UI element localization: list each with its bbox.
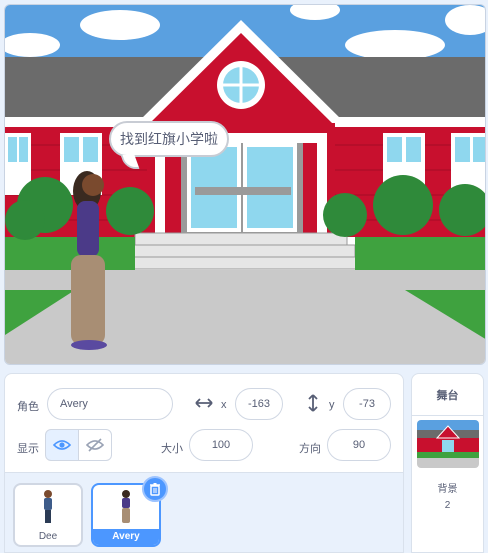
sprite-tile-dee[interactable]: Dee <box>13 483 83 547</box>
size-label: 大小 <box>161 443 183 455</box>
eye-icon <box>53 440 71 450</box>
hide-sprite-button[interactable] <box>78 429 112 461</box>
direction-value: 90 <box>352 439 366 451</box>
sprite-info-panel: 角色 Avery x -163 y -73 显示 大小 100 方向 90 <box>4 373 404 473</box>
horizontal-arrows-icon <box>195 396 213 415</box>
sprite-list: Dee Avery <box>4 473 404 553</box>
x-label: x <box>221 399 227 411</box>
sprite-name-value: Avery <box>60 398 88 410</box>
x-position-value: -163 <box>247 398 271 410</box>
sprite-label: 角色 <box>17 401 39 413</box>
size-input[interactable]: 100 <box>189 429 253 461</box>
stage-panel[interactable]: 舞台 背景 2 <box>411 373 484 553</box>
backdrops-label: 背景 <box>437 484 458 495</box>
eye-slash-icon <box>86 438 104 452</box>
stage-panel-title: 舞台 <box>412 374 483 416</box>
vertical-arrows-icon <box>307 394 319 417</box>
dee-thumbnail <box>44 490 52 523</box>
size-value: 100 <box>211 439 231 451</box>
show-label: 显示 <box>17 443 39 455</box>
delete-sprite-button[interactable] <box>142 476 168 502</box>
stage-thumbnail[interactable] <box>417 420 479 468</box>
show-sprite-button[interactable] <box>45 429 79 461</box>
direction-input[interactable]: 90 <box>327 429 391 461</box>
direction-label: 方向 <box>299 443 321 455</box>
speech-bubble-text: 找到红旗小学啦 <box>120 131 218 147</box>
y-position-value: -73 <box>359 398 375 410</box>
stage[interactable]: 找到红旗小学啦 <box>4 4 486 365</box>
y-position-input[interactable]: -73 <box>343 388 391 420</box>
sprite-tile-name: Avery <box>93 529 159 545</box>
backdrops-count: 2 <box>444 500 451 511</box>
speech-bubble: 找到红旗小学啦 <box>109 121 229 157</box>
y-label: y <box>329 399 335 411</box>
sprite-tile-name: Dee <box>38 531 58 542</box>
trash-icon <box>150 483 160 496</box>
x-position-input[interactable]: -163 <box>235 388 283 420</box>
sprite-name-input[interactable]: Avery <box>47 388 173 420</box>
stage-backdrop <box>5 5 485 364</box>
